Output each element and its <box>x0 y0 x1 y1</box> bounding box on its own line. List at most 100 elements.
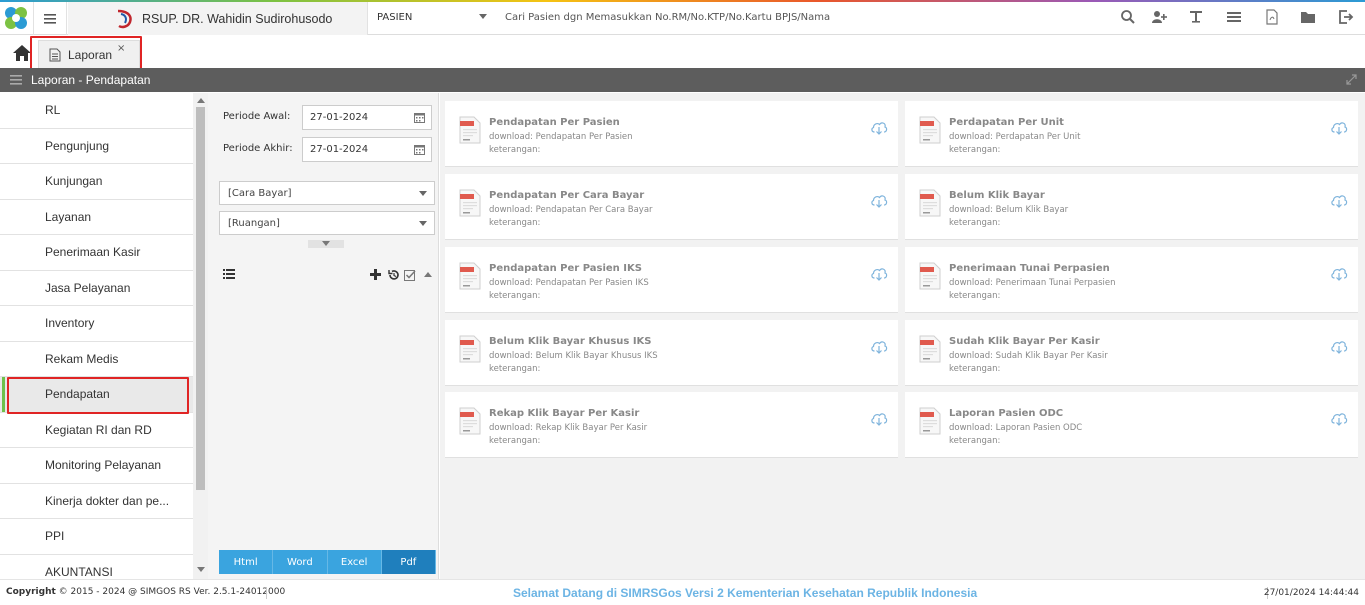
periode-awal-input[interactable]: 27-01-2024 <box>302 105 432 130</box>
report-title[interactable]: Rekap Klik Bayar Per Kasir <box>489 408 639 419</box>
cloud-download-icon[interactable] <box>1330 339 1348 355</box>
sidebar-item-ppi[interactable]: PPI <box>0 519 193 555</box>
report-card[interactable]: Rekap Klik Bayar Per Kasir download: Reka… <box>445 392 898 458</box>
report-keterangan: keterangan: <box>949 364 1001 374</box>
patient-search-input[interactable]: Cari Pasien dgn Memasukkan No.RM/No.KTP/… <box>505 12 830 23</box>
home-icon[interactable] <box>12 44 32 62</box>
format-html-button[interactable]: Html <box>219 550 274 574</box>
report-download-text: download: Pendapatan Per Cara Bayar <box>489 205 653 215</box>
cara-bayar-select[interactable]: [Cara Bayar] <box>219 181 435 205</box>
report-title[interactable]: Penerimaan Tunai Perpasien <box>949 263 1110 274</box>
checkbox-icon[interactable] <box>404 269 416 281</box>
search-icon[interactable] <box>1120 9 1136 25</box>
sidebar-item-kunjungan[interactable]: Kunjungan <box>0 164 193 200</box>
sidebar-item-rl[interactable]: RL <box>0 93 193 129</box>
report-title[interactable]: Pendapatan Per Pasien <box>489 117 620 128</box>
logout-icon[interactable] <box>1338 9 1354 25</box>
report-title[interactable]: Belum Klik Bayar <box>949 190 1045 201</box>
hamburger-icon <box>44 13 56 24</box>
pdf-icon[interactable] <box>1264 9 1280 25</box>
report-keterangan: keterangan: <box>489 145 541 155</box>
cloud-download-icon[interactable] <box>870 193 888 209</box>
report-title[interactable]: Perdapatan Per Unit <box>949 117 1064 128</box>
text-icon[interactable] <box>1188 9 1204 25</box>
sidebar-item-inventory[interactable]: Inventory <box>0 306 193 342</box>
report-title[interactable]: Pendapatan Per Cara Bayar <box>489 190 644 201</box>
sidebar-item-pengunjung[interactable]: Pengunjung <box>0 129 193 164</box>
sidebar-item-layanan[interactable]: Layanan <box>0 200 193 235</box>
folder-icon[interactable] <box>1300 9 1316 25</box>
hospital-header: RSUP. DR. Wahidin Sudirohusodo <box>68 2 368 35</box>
report-card[interactable]: Belum Klik Bayar Khusus IKS download: Bel… <box>445 320 898 386</box>
hamburger-icon[interactable] <box>10 75 22 85</box>
report-keterangan: keterangan: <box>949 145 1001 155</box>
report-keterangan: keterangan: <box>489 218 541 228</box>
calendar-icon[interactable] <box>414 144 425 155</box>
report-title[interactable]: Laporan Pasien ODC <box>949 408 1063 419</box>
cloud-download-icon[interactable] <box>870 411 888 427</box>
divider <box>266 587 267 599</box>
report-card[interactable]: Sudah Klik Bayar Per Kasir download: Suda… <box>905 320 1358 386</box>
add-user-icon[interactable] <box>1151 9 1167 25</box>
scroll-down-icon[interactable] <box>197 567 205 572</box>
app-logo-icon[interactable] <box>3 5 29 31</box>
chevron-up-icon[interactable] <box>424 272 432 277</box>
collapse-toggle-button[interactable] <box>308 240 344 248</box>
filter-toolbar <box>218 263 434 285</box>
cloud-download-icon[interactable] <box>1330 266 1348 282</box>
sidebar-item-label: Penerimaan Kasir <box>45 245 141 260</box>
report-file-icon <box>919 407 941 435</box>
sidebar-item-rekam-medis[interactable]: Rekam Medis <box>0 342 193 377</box>
report-card[interactable]: Belum Klik Bayar download: Belum Klik Bay… <box>905 174 1358 240</box>
report-card[interactable]: Pendapatan Per Pasien IKS download: Penda… <box>445 247 898 313</box>
copyright-version: 2015 - 2024 @ SIMGOS RS Ver. 2.5.1-24012… <box>70 587 286 597</box>
chevron-down-icon[interactable] <box>479 14 487 19</box>
calendar-icon[interactable] <box>414 112 425 123</box>
sidebar-item-monitoring-pelayanan[interactable]: Monitoring Pelayanan <box>0 448 193 484</box>
list-icon[interactable] <box>1226 9 1242 25</box>
cloud-download-icon[interactable] <box>870 266 888 282</box>
report-card[interactable]: Pendapatan Per Pasien download: Pendapata… <box>445 101 898 167</box>
menu-toggle-button[interactable] <box>33 2 67 35</box>
report-file-icon <box>459 335 481 363</box>
filter-panel: Periode Awal: 27-01-2024 Periode Akhir: … <box>208 93 439 579</box>
sidebar-item-jasa-pelayanan[interactable]: Jasa Pelayanan <box>0 271 193 306</box>
patient-selector[interactable]: PASIEN <box>377 12 412 23</box>
plus-icon[interactable] <box>370 269 381 280</box>
expand-icon[interactable] <box>1346 74 1357 85</box>
report-card[interactable]: Penerimaan Tunai Perpasien download: Pene… <box>905 247 1358 313</box>
report-card[interactable]: Perdapatan Per Unit download: Perdapatan … <box>905 101 1358 167</box>
sidebar-item-penerimaan-kasir[interactable]: Penerimaan Kasir <box>0 235 193 271</box>
format-excel-button[interactable]: Excel <box>327 550 382 574</box>
format-word-button[interactable]: Word <box>273 550 328 574</box>
cara-bayar-value: [Cara Bayar] <box>228 187 292 199</box>
sidebar-item-label: Kegiatan RI dan RD <box>45 422 152 437</box>
sidebar-scrollbar[interactable] <box>193 93 208 579</box>
report-title[interactable]: Pendapatan Per Pasien IKS <box>489 263 642 274</box>
list-icon[interactable] <box>223 269 235 279</box>
cloud-download-icon[interactable] <box>1330 120 1348 136</box>
report-card[interactable]: Pendapatan Per Cara Bayar download: Penda… <box>445 174 898 240</box>
cloud-download-icon[interactable] <box>870 120 888 136</box>
cloud-download-icon[interactable] <box>1330 411 1348 427</box>
history-icon[interactable] <box>388 269 400 281</box>
periode-awal-label: Periode Awal: <box>223 111 291 122</box>
sidebar-item-kinerja-dokter[interactable]: Kinerja dokter dan pe... <box>0 484 193 519</box>
report-file-icon <box>919 262 941 290</box>
cloud-download-icon[interactable] <box>870 339 888 355</box>
scroll-up-icon[interactable] <box>197 98 205 103</box>
report-title[interactable]: Belum Klik Bayar Khusus IKS <box>489 336 652 347</box>
report-keterangan: keterangan: <box>489 364 541 374</box>
sidebar-item-kegiatan-ri-rd[interactable]: Kegiatan RI dan RD <box>0 413 193 448</box>
report-card[interactable]: Laporan Pasien ODC download: Laporan Pasi… <box>905 392 1358 458</box>
scrollbar-thumb[interactable] <box>196 107 205 490</box>
sidebar-item-akuntansi[interactable]: AKUNTANSI <box>0 555 193 580</box>
report-keterangan: keterangan: <box>489 291 541 301</box>
report-title[interactable]: Sudah Klik Bayar Per Kasir <box>949 336 1100 347</box>
periode-akhir-input[interactable]: 27-01-2024 <box>302 137 432 162</box>
cloud-download-icon[interactable] <box>1330 193 1348 209</box>
format-pdf-button[interactable]: Pdf <box>381 550 436 574</box>
ruangan-select[interactable]: [Ruangan] <box>219 211 435 235</box>
sidebar-item-label: PPI <box>45 529 65 544</box>
ruangan-value: [Ruangan] <box>228 217 280 229</box>
